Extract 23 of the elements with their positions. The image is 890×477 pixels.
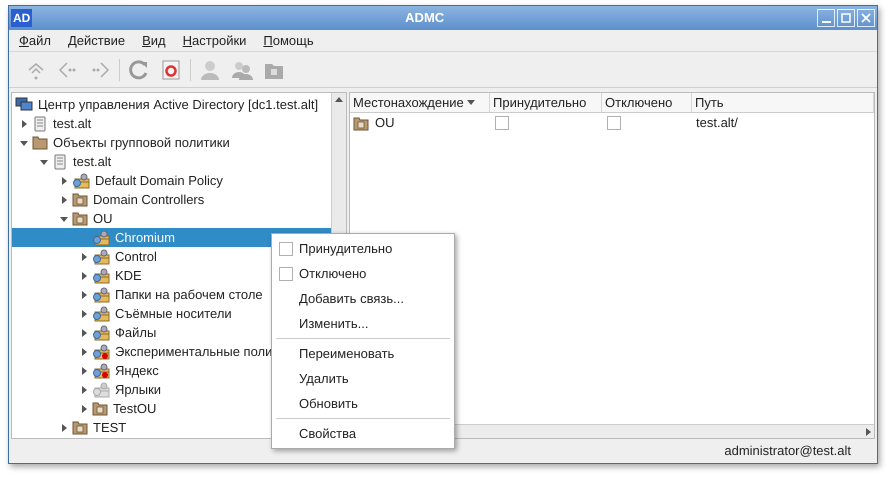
tree-item-label: TestOU [113, 400, 156, 418]
tree-item-label: Default Domain Policy [95, 172, 223, 190]
status-user: administrator@test.alt [724, 442, 851, 460]
tree-item-label: OU [93, 210, 112, 228]
tree-item-label: Яндекс [115, 362, 159, 380]
tree-item-label: test.alt [73, 152, 112, 171]
tree-item-label: Съёмные носители [115, 304, 232, 323]
window-title: ADMC [404, 9, 446, 28]
menu-item-label: Отключено [299, 264, 366, 283]
table-cell-text: OU [375, 114, 394, 132]
tree-item-label: Ярлыки [115, 380, 162, 399]
tree-item-label: Объекты групповой политики [53, 134, 230, 152]
tree-item-label: Файлы [115, 324, 156, 342]
tree-item-label: Экспериментальные поли [115, 342, 272, 361]
tree-item-label: Control [115, 248, 157, 266]
tree-item-label: Папки на рабочем столе [115, 286, 263, 304]
tree-item-label: TEST [93, 418, 126, 437]
tree-item-label: Domain Controllers [93, 190, 204, 209]
tree-item-label: KDE [115, 266, 142, 285]
tree-item-label: Chromium [115, 228, 175, 247]
app-icon: AD [11, 9, 32, 27]
table-cell: test.alt/ [696, 115, 738, 130]
tree-item-label: test.alt [53, 114, 92, 133]
